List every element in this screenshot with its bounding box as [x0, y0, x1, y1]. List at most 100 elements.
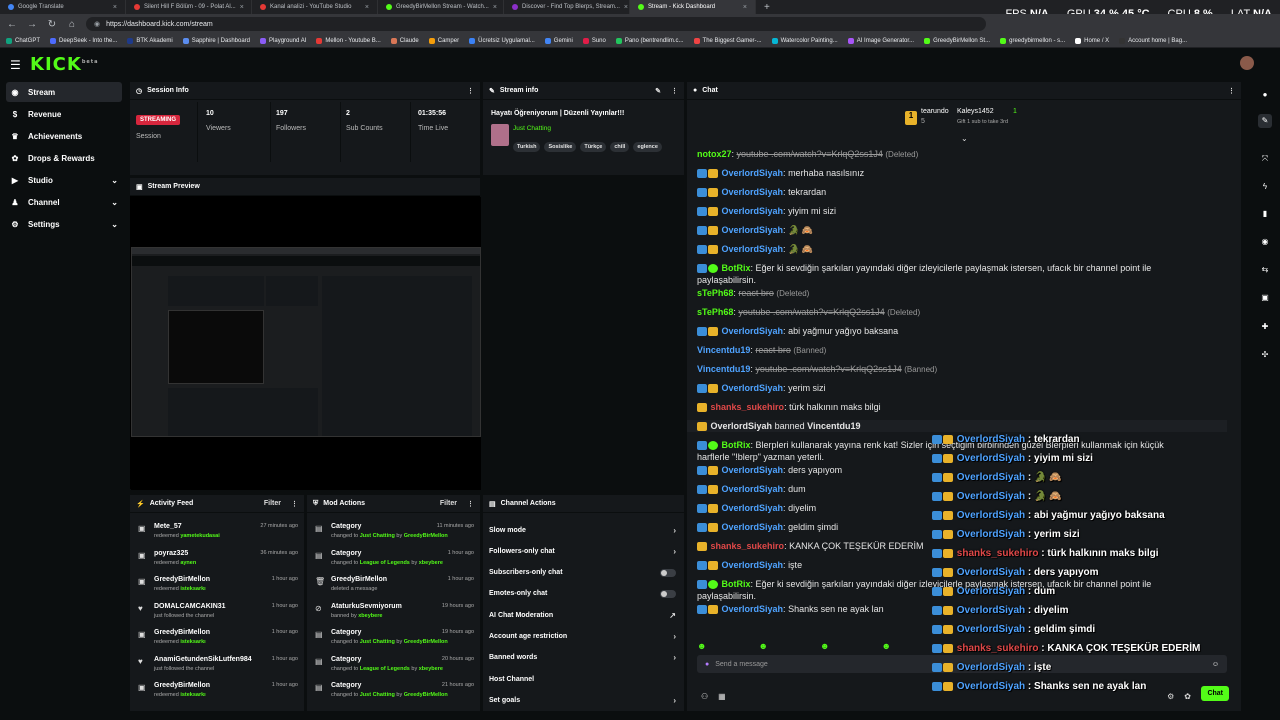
chat-username[interactable]: OverlordSiyah [722, 560, 784, 570]
mod-action-actor[interactable]: GreedyBirMellon [404, 533, 448, 539]
menu-icon[interactable]: ☰ [10, 58, 21, 72]
browser-tab[interactable]: GreedyBirMellon Stream - Watch... × [378, 0, 504, 14]
more-icon[interactable]: ⋮ [467, 500, 474, 508]
chat-username[interactable]: notox27 [697, 149, 732, 159]
chat-username[interactable]: OverlordSiyah [722, 604, 784, 614]
activity-user[interactable]: poyraz325 [154, 550, 188, 557]
activity-user[interactable]: Mete_57 [154, 523, 182, 530]
chevron-down-icon[interactable]: ⌄ [111, 176, 118, 185]
mod-action-actor[interactable]: xbeybere [419, 666, 443, 672]
new-tab-button[interactable]: + [756, 2, 778, 13]
bookmark-item[interactable]: GreedyBirMellon St... [924, 37, 990, 44]
bookmark-item[interactable]: ChatGPT [6, 37, 40, 44]
channel-action-emotes-only-chat[interactable]: Emotes-only chat [489, 585, 676, 603]
chat-username[interactable]: OverlordSiyah [722, 187, 784, 197]
channel-action-account-age-restriction[interactable]: Account age restriction › [489, 628, 676, 646]
more-icon[interactable]: ⋮ [291, 500, 298, 508]
emote-icon[interactable]: ☻ [820, 641, 829, 651]
chat-username[interactable]: sTePh68 [697, 307, 733, 317]
edit-icon[interactable]: ✎ [1258, 114, 1272, 128]
chevron-right-icon[interactable]: › [673, 526, 676, 535]
tag-chip[interactable]: eglence [633, 142, 662, 152]
category-link[interactable]: Just Chatting [513, 125, 551, 132]
close-icon[interactable]: × [240, 4, 244, 11]
bookmark-item[interactable]: Mellon - Youtube B... [316, 37, 381, 44]
chat-username[interactable]: OverlordSiyah [722, 383, 784, 393]
bookmark-item[interactable]: Camper [428, 37, 459, 44]
users-icon[interactable]: ⚇ [701, 692, 708, 701]
bookmark-item[interactable]: Ücretsiz Uygulamal... [469, 37, 535, 44]
channel-action-slow-mode[interactable]: Slow mode › [489, 521, 676, 539]
browser-tab[interactable]: Discover - Find Top Blerps, Stream... × [504, 0, 630, 14]
mod-action-actor[interactable]: GreedyBirMellon [404, 692, 448, 698]
channel-action-ai-chat-moderation[interactable]: AI Chat Moderation ↗ [489, 606, 676, 624]
expand-leaderboard-icon[interactable]: ⌄ [961, 134, 968, 143]
forward-icon[interactable]: → [26, 19, 38, 30]
more-icon[interactable]: ⋮ [1228, 87, 1235, 95]
gear-icon[interactable]: ⚙ [1167, 692, 1174, 701]
tag-chip[interactable]: Türkçe [580, 142, 607, 152]
tag-chip[interactable]: Sosislike [544, 142, 577, 152]
url-field[interactable]: ◉ https://dashboard.kick.com/stream [86, 17, 986, 31]
calendar-icon[interactable]: ▦ [718, 692, 726, 701]
save-icon[interactable]: ▣ [1258, 291, 1272, 305]
bookmark-item[interactable]: Sapphire | Dashboard [182, 37, 250, 44]
chat-username[interactable]: Vincentdu19 [697, 364, 750, 374]
sidebar-item-revenue[interactable]: $ Revenue [6, 104, 122, 124]
chat-username[interactable]: OverlordSiyah [722, 484, 784, 494]
mod-action-actor[interactable]: xbeybere [419, 560, 443, 566]
back-icon[interactable]: ← [6, 19, 18, 30]
bookmark-item[interactable]: AI Image Generator... [847, 37, 914, 44]
sidebar-item-studio[interactable]: ▶ Studio ⌄ [6, 170, 122, 190]
sidebar-item-settings[interactable]: ⚙ Settings ⌄ [6, 214, 122, 234]
home-icon[interactable]: ⌂ [66, 19, 78, 30]
bookmark-item[interactable]: The Biggest Gamer-... [693, 37, 762, 44]
chat-username[interactable]: OverlordSiyah [722, 465, 784, 475]
channel-action-set-goals[interactable]: Set goals › [489, 691, 676, 709]
sidebar-item-channel[interactable]: ♟ Channel ⌄ [6, 192, 122, 212]
bookmark-item[interactable]: Watercolor Painting... [771, 37, 838, 44]
chat-username[interactable]: OverlordSiyah [722, 225, 784, 235]
close-icon[interactable]: × [365, 4, 369, 11]
external-link-icon[interactable]: ↗ [669, 611, 676, 620]
close-icon[interactable]: × [743, 4, 747, 11]
emote-icon[interactable]: ☻ [758, 641, 767, 651]
activity-user[interactable]: DOMALCAMCAKIN31 [154, 603, 226, 610]
chat-username[interactable]: sTePh68 [697, 288, 733, 298]
swap-icon[interactable]: ⇆ [1258, 263, 1272, 277]
chat-username[interactable]: OverlordSiyah [722, 503, 784, 513]
kick-logo[interactable]: KICKbeta [30, 54, 99, 75]
chevron-down-icon[interactable]: ⌄ [111, 220, 118, 229]
channel-action-banned-words[interactable]: Banned words › [489, 649, 676, 667]
chevron-down-icon[interactable]: ⌄ [111, 198, 118, 207]
sidebar-item-drops-rewards[interactable]: ✿ Drops & Rewards [6, 148, 122, 168]
bookmark-item[interactable]: Pano (bentrendlim.c... [615, 37, 684, 44]
chevron-right-icon[interactable]: › [673, 547, 676, 556]
bookmark-item[interactable]: Playground AI [260, 37, 306, 44]
bookmark-item[interactable]: Account home | Bag... [1119, 37, 1187, 44]
chat-username[interactable]: BotRix [722, 263, 751, 273]
mic-icon[interactable]: ● [705, 661, 709, 668]
chat-username[interactable]: OverlordSiyah [711, 421, 773, 431]
avatar[interactable] [1240, 56, 1254, 70]
info-icon[interactable]: ● [1258, 88, 1272, 102]
sidebar-item-stream[interactable]: ◉ Stream [6, 82, 122, 102]
chat-username[interactable]: OverlordSiyah [722, 522, 784, 532]
bookmark-item[interactable]: Claude [390, 37, 419, 44]
chat-bubble-icon[interactable]: ◉ [1258, 235, 1272, 249]
mod-action-actor[interactable]: GreedyBirMellon [404, 639, 448, 645]
preview-video[interactable] [131, 197, 481, 490]
chat-username[interactable]: shanks_sukehiro [711, 541, 785, 551]
chat-username[interactable]: OverlordSiyah [722, 326, 784, 336]
wrench-icon[interactable]: ✚ [1258, 320, 1272, 334]
toggle-switch[interactable] [660, 589, 676, 598]
gift-icon[interactable]: ✿ [1184, 692, 1191, 701]
tag-chip[interactable]: chill [610, 142, 630, 152]
channel-action-host-channel[interactable]: Host Channel [489, 670, 676, 688]
chevron-right-icon[interactable]: › [673, 653, 676, 662]
emote-icon[interactable]: ☻ [881, 641, 890, 651]
chat-username[interactable]: shanks_sukehiro [711, 402, 785, 412]
bookmark-item[interactable]: Gemini [544, 37, 573, 44]
send-chat-button[interactable]: Chat [1201, 686, 1229, 701]
bookmark-item[interactable]: Suno [582, 37, 606, 44]
